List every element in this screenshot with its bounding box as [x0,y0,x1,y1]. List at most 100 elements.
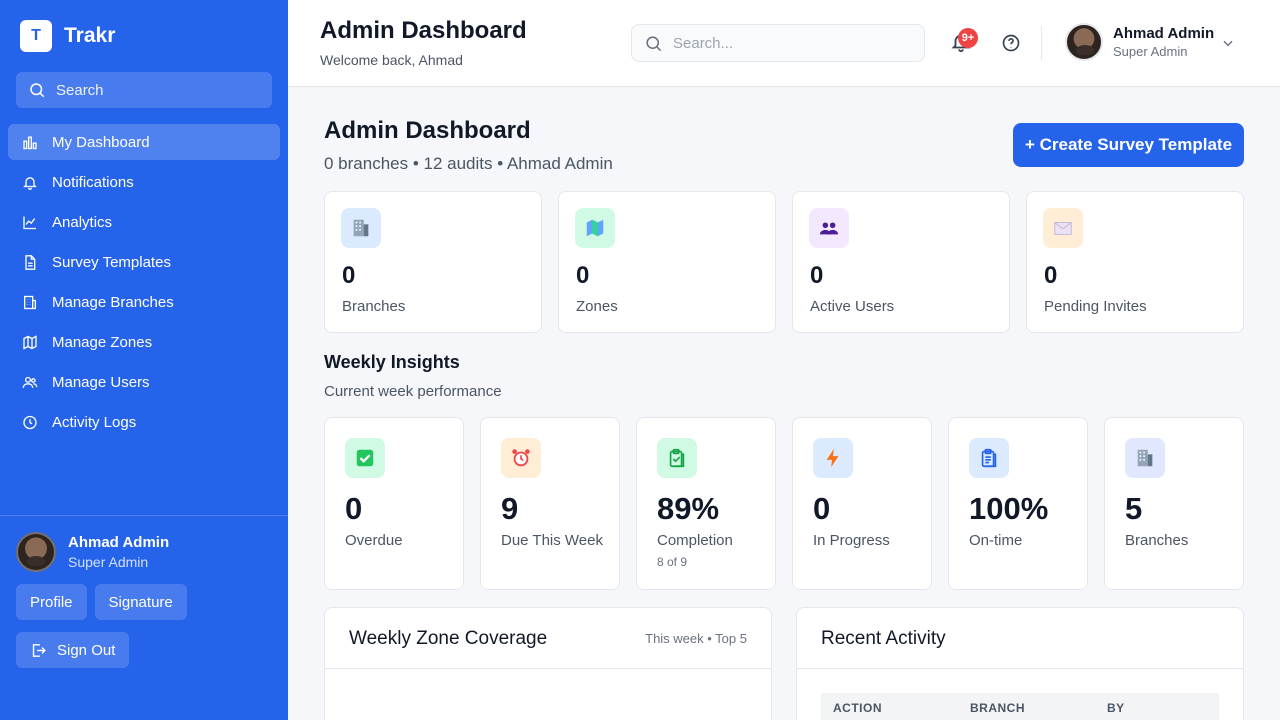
sidebar-item-manage-zones[interactable]: Manage Zones [8,324,280,360]
building-icon [22,294,38,310]
insight-card-branches[interactable]: 5 Branches [1104,417,1244,590]
clock-icon [22,414,38,430]
clipboard-list-icon [969,438,1009,478]
insight-label: Overdue [345,532,403,549]
people-icon [809,208,849,248]
sidebar-item-analytics[interactable]: Analytics [8,204,280,240]
sidebar: T Trakr Search My Dashboard Notification… [0,0,288,720]
brand[interactable]: T Trakr [20,20,115,52]
insight-value: 0 [813,491,831,526]
check-box-icon [345,438,385,478]
sidebar-item-label: Analytics [52,213,113,231]
stat-label: Zones [576,298,618,315]
insight-value: 100% [969,491,1049,526]
weekly-zone-coverage-panel: Weekly Zone Coverage This week • Top 5 [324,607,772,720]
main-content: Admin Dashboard 0 branches • 12 audits •… [288,87,1280,720]
insight-label: Branches [1125,532,1189,549]
profile-button[interactable]: Profile [16,584,87,620]
sidebar-user-role: Super Admin [68,554,149,570]
bar-chart-icon [22,134,38,150]
lightning-icon [813,438,853,478]
insight-card-completion[interactable]: 89% Completion 8 of 9 [636,417,776,590]
top-header: Admin Dashboard Welcome back, Ahmad 9+ A… [288,0,1280,87]
panel-header: Weekly Zone Coverage This week • Top 5 [325,608,771,669]
insight-label: Completion [657,532,733,549]
users-icon [22,374,38,390]
insight-card-due-this-week[interactable]: 9 Due This Week [480,417,620,590]
header-user-menu[interactable]: Ahmad Admin Super Admin [1065,23,1214,61]
sidebar-item-activity-logs[interactable]: Activity Logs [8,404,280,440]
insight-label: Due This Week [501,532,603,549]
create-survey-template-button[interactable]: + Create Survey Template [1013,123,1244,167]
chevron-down-icon[interactable] [1221,36,1235,50]
header-subtitle: Welcome back, Ahmad [320,52,463,68]
sidebar-item-notifications[interactable]: Notifications [8,164,280,200]
stat-label: Branches [342,298,406,315]
sidebar-item-label: My Dashboard [52,133,150,151]
insight-card-in-progress[interactable]: 0 In Progress [792,417,932,590]
stat-card-zones[interactable]: 0 Zones [558,191,776,333]
bell-icon [22,174,38,190]
panel-header: Recent Activity [797,608,1243,669]
column-header-by[interactable]: BY [1107,701,1125,715]
sidebar-user[interactable]: Ahmad Admin Super Admin [16,532,169,572]
stat-card-pending-invites[interactable]: 0 Pending Invites [1026,191,1244,333]
insight-value: 0 [345,491,363,526]
sidebar-search-label: Search [56,81,104,99]
header-divider [1041,26,1042,60]
page-meta: 0 branches • 12 audits • Ahmad Admin [324,154,613,173]
avatar [1065,23,1103,61]
stat-value: 0 [342,262,356,289]
clipboard-check-icon [657,438,697,478]
insights-title: Weekly Insights [324,352,460,372]
office-building-icon [341,208,381,248]
alarm-clock-icon [501,438,541,478]
sidebar-user-name: Ahmad Admin [68,534,170,551]
sign-out-button[interactable]: Sign Out [16,632,130,668]
column-header-action[interactable]: ACTION [833,701,882,715]
office-building-icon [1125,438,1165,478]
sidebar-item-manage-branches[interactable]: Manage Branches [8,284,280,320]
insight-label: On-time [969,532,1023,549]
avatar [16,532,56,572]
header-user-name: Ahmad Admin [1113,25,1215,42]
sidebar-item-manage-users[interactable]: Manage Users [8,364,280,400]
page-title: Admin Dashboard [324,117,531,144]
search-input[interactable] [673,34,893,52]
insight-card-overdue[interactable]: 0 Overdue [324,417,464,590]
recent-activity-panel: Recent Activity ACTION BRANCH BY [796,607,1244,720]
brand-logo: T [20,20,52,52]
insight-value: 9 [501,491,519,526]
insight-card-on-time[interactable]: 100% On-time [948,417,1088,590]
signature-button[interactable]: Signature [94,584,187,620]
stat-value: 0 [576,262,590,289]
sidebar-search[interactable]: Search [16,72,272,108]
sidebar-item-my-dashboard[interactable]: My Dashboard [8,124,280,160]
sidebar-item-label: Notifications [52,173,134,191]
map-icon [22,334,38,350]
brand-name: Trakr [64,24,116,47]
help-icon[interactable] [1001,33,1021,53]
insights-subtitle: Current week performance [324,383,502,400]
sidebar-item-label: Activity Logs [52,413,137,431]
sidebar-item-label: Survey Templates [52,253,171,271]
sidebar-item-survey-templates[interactable]: Survey Templates [8,244,280,280]
header-search[interactable] [631,24,925,62]
sidebar-user-actions: Profile Signature [16,584,187,620]
sign-out-label: Sign Out [57,641,116,659]
sidebar-divider [0,515,288,516]
stat-card-branches[interactable]: 0 Branches [324,191,542,333]
stat-value: 0 [810,262,824,289]
column-header-branch[interactable]: BRANCH [970,701,1025,715]
panel-meta: This week • Top 5 [645,631,747,646]
sign-out-icon [32,643,46,657]
sidebar-nav: My Dashboard Notifications Analytics Sur… [8,124,280,444]
insight-sub: 8 of 9 [657,555,688,569]
insight-value: 89% [657,491,720,526]
sidebar-item-label: Manage Zones [52,333,153,351]
panel-title: Weekly Zone Coverage [349,628,548,649]
stat-card-active-users[interactable]: 0 Active Users [792,191,1010,333]
activity-table-header: ACTION BRANCH BY [821,693,1219,720]
header-user-role: Super Admin [1113,44,1188,59]
map-icon [575,208,615,248]
